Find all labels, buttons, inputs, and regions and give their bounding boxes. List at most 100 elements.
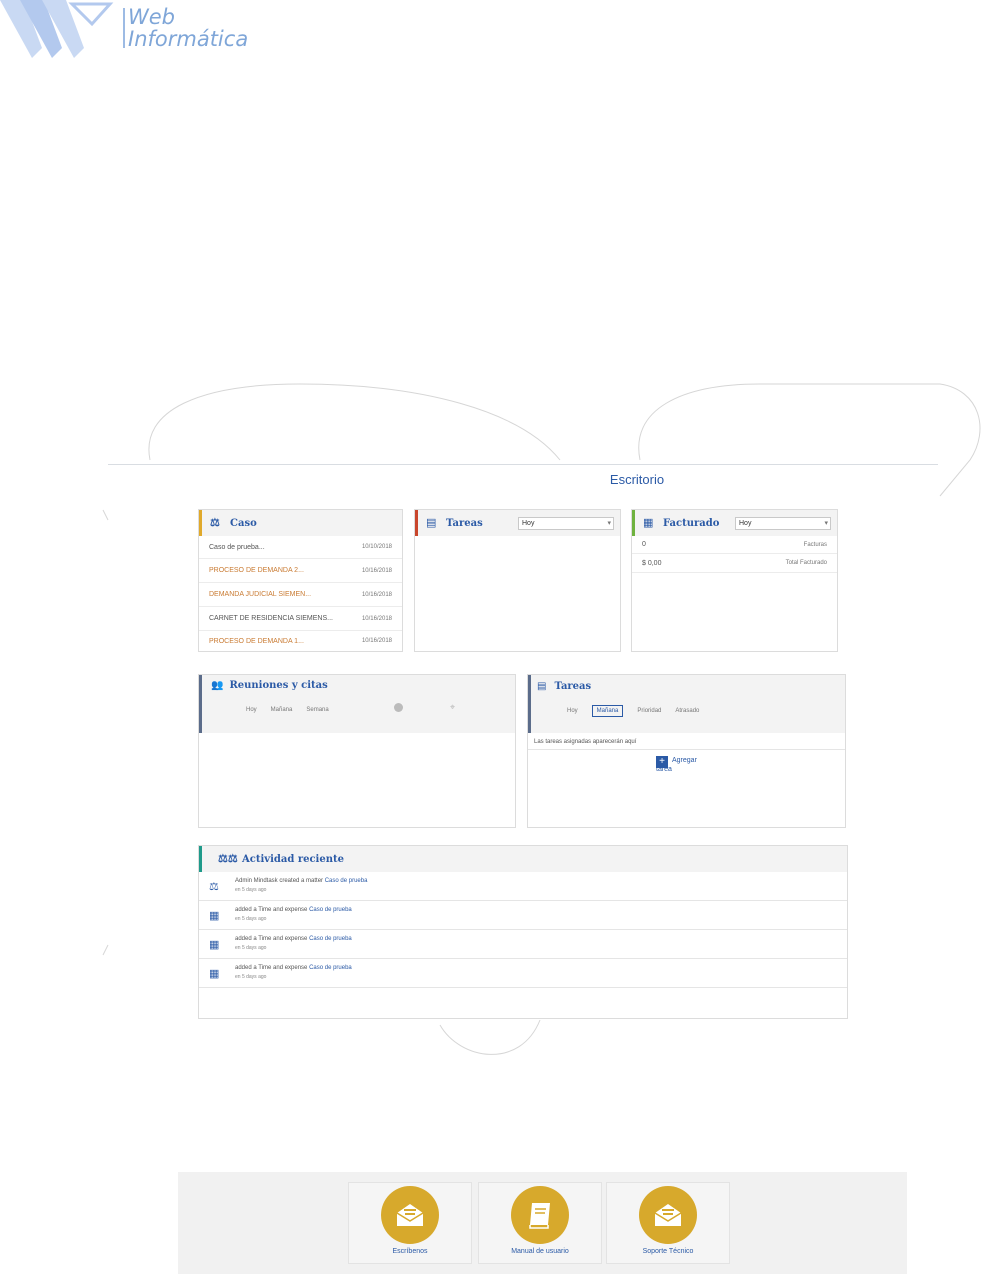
envelope-icon[interactable] <box>639 1186 697 1244</box>
calendar-icon: ▦ <box>643 516 654 529</box>
table-row[interactable]: PROCESO DE DEMANDA 2... 10/16/2018 <box>199 559 402 583</box>
activity-text: added a Time and expense <box>235 936 308 942</box>
calendar-icon: ▦ <box>209 938 220 951</box>
header-divider <box>108 464 938 465</box>
add-task-sublabel[interactable]: tarea <box>656 766 672 773</box>
caso-date: 10/16/2018 <box>361 591 392 598</box>
reuniones-title: Reuniones y citas <box>229 680 328 691</box>
caso-header: ⚖ Caso <box>199 510 402 536</box>
list-item: ▦ added a Time and expense Caso de prueb… <box>199 930 847 959</box>
activity-icon: ⚖⚖ <box>218 852 238 865</box>
facturado-period-select[interactable]: Hoy <box>735 516 831 530</box>
tab-prioridad[interactable]: Prioridad <box>637 708 661 714</box>
actividad-title: Actividad reciente <box>242 853 344 865</box>
tab-manana[interactable]: Mañana <box>591 705 624 717</box>
table-row[interactable]: PROCESO DE DEMANDA 1... 10/16/2018 <box>199 631 402 651</box>
caso-name[interactable]: CARNET DE RESIDENCIA SIEMENS... <box>209 615 333 622</box>
tareas-title: Tareas <box>554 681 592 692</box>
table-row: $ 0,00 Total Facturado <box>632 554 837 573</box>
tareas-header: ▤ Tareas Hoy Mañana Prioridad Atrasado <box>528 675 845 733</box>
activity-text: added a Time and expense <box>235 907 308 913</box>
tareas-top-title: Tareas <box>446 517 483 529</box>
book-icon[interactable] <box>511 1186 569 1244</box>
tab-manana[interactable]: Mañana <box>271 707 293 713</box>
reuniones-tabs: Hoy Mañana Semana <box>246 707 329 713</box>
add-task-label[interactable]: Agregar <box>672 757 697 764</box>
soporte-label[interactable]: Soporte Técnico <box>607 1248 729 1255</box>
caso-date: 10/16/2018 <box>361 638 392 644</box>
table-row[interactable]: DEMANDA JUDICIAL SIEMEN... 10/16/2018 <box>199 583 402 607</box>
logo-wordmark: Web Informática <box>128 6 248 50</box>
activity-link[interactable]: Caso de prueba <box>309 965 352 971</box>
caso-widget: ⚖ Caso Caso de prueba... 10/10/2018 PROC… <box>198 509 403 652</box>
activity-time: en 5 days ago <box>235 916 267 922</box>
tareas-period-select[interactable]: Hoy <box>518 516 614 530</box>
facturas-label: Facturas <box>803 541 827 548</box>
tareas-empty-message: Las tareas asignadas aparecerán aquí <box>528 733 845 750</box>
footer-bar: Escríbenos Manual de usuario Soporte Téc… <box>178 1172 907 1274</box>
caso-date: 10/16/2018 <box>361 615 392 622</box>
activity-time: en 5 days ago <box>235 887 267 893</box>
tab-hoy[interactable]: Hoy <box>567 708 578 714</box>
caso-name[interactable]: Caso de prueba... <box>209 544 265 551</box>
tareas-top-header: ▤ Tareas Hoy <box>415 510 620 536</box>
people-icon: 👥 <box>211 680 224 691</box>
activity-text: added a Time and expense <box>235 965 308 971</box>
tareas-widget: ▤ Tareas Hoy Mañana Prioridad Atrasado L… <box>527 674 846 828</box>
logo-line-1: Web <box>128 5 176 29</box>
tareas-top-widget: ▤ Tareas Hoy <box>414 509 621 652</box>
caso-name[interactable]: PROCESO DE DEMANDA 1... <box>209 638 304 645</box>
page-title: Escritorio <box>609 472 665 487</box>
activity-text: Admin Mindtask created a matter <box>235 878 324 884</box>
caso-date: 10/10/2018 <box>361 544 392 550</box>
brand-logo: Web Informática <box>0 0 270 60</box>
caso-name[interactable]: PROCESO DE DEMANDA 2... <box>209 567 304 574</box>
caso-name[interactable]: DEMANDA JUDICIAL SIEMEN... <box>209 591 311 598</box>
reuniones-header: 👥 Reuniones y citas Hoy Mañana Semana ⌖ <box>199 675 515 733</box>
actividad-header: ⚖⚖ Actividad reciente <box>199 846 847 872</box>
list-item: ▦ added a Time and expense Caso de prueb… <box>199 901 847 930</box>
manual-card[interactable]: Manual de usuario <box>478 1182 602 1264</box>
table-row[interactable]: CARNET DE RESIDENCIA SIEMENS... 10/16/20… <box>199 607 402 631</box>
actividad-widget: ⚖⚖ Actividad reciente ⚖ Admin Mindtask c… <box>198 845 848 1019</box>
notepad-icon: ▤ <box>426 516 437 529</box>
table-row[interactable]: Caso de prueba... 10/10/2018 <box>199 536 402 559</box>
list-item: ▦ added a Time and expense Caso de prueb… <box>199 959 847 988</box>
activity-link[interactable]: Caso de prueba <box>309 907 352 913</box>
add-task-button[interactable]: + Agregar tarea <box>656 756 697 774</box>
soporte-card[interactable]: Soporte Técnico <box>606 1182 730 1264</box>
activity-time: en 5 days ago <box>235 945 267 951</box>
total-facturado-value: $ 0,00 <box>642 559 662 567</box>
scales-icon: ⚖ <box>210 516 220 529</box>
table-row: 0 Facturas <box>632 536 837 554</box>
clock-icon[interactable] <box>394 703 403 712</box>
total-facturado-label: Total Facturado <box>785 560 827 566</box>
escribenos-card[interactable]: Escríbenos <box>348 1182 472 1264</box>
escribenos-label[interactable]: Escríbenos <box>349 1248 471 1255</box>
scales-icon: ⚖ <box>209 880 219 893</box>
facturado-header: ▦ Facturado Hoy <box>632 510 837 536</box>
activity-link[interactable]: Caso de prueba <box>309 936 352 942</box>
calendar-icon: ▦ <box>209 909 220 922</box>
tareas-tabs: Hoy Mañana Prioridad Atrasado <box>567 705 699 717</box>
list-item: ⚖ Admin Mindtask created a matter Caso d… <box>199 872 847 901</box>
logo-line-2: Informática <box>128 27 249 51</box>
tab-atrasado[interactable]: Atrasado <box>675 708 699 714</box>
facturas-count: 0 <box>642 541 646 548</box>
location-pin-icon[interactable]: ⌖ <box>450 702 455 713</box>
tab-hoy[interactable]: Hoy <box>246 707 257 713</box>
reuniones-widget: 👥 Reuniones y citas Hoy Mañana Semana ⌖ <box>198 674 516 828</box>
facturado-title: Facturado <box>663 517 720 529</box>
activity-time: en 5 days ago <box>235 974 267 980</box>
notepad-icon: ▤ <box>537 681 547 692</box>
logo-separator <box>123 8 125 48</box>
envelope-icon[interactable] <box>381 1186 439 1244</box>
caso-title: Caso <box>230 517 257 529</box>
tab-semana[interactable]: Semana <box>306 707 328 713</box>
manual-label[interactable]: Manual de usuario <box>479 1248 601 1255</box>
logo-mark-icon <box>0 0 114 58</box>
caso-date: 10/16/2018 <box>361 567 392 574</box>
facturado-widget: ▦ Facturado Hoy 0 Facturas $ 0,00 Total … <box>631 509 838 652</box>
activity-link[interactable]: Caso de prueba <box>325 878 368 884</box>
calendar-icon: ▦ <box>209 967 220 980</box>
